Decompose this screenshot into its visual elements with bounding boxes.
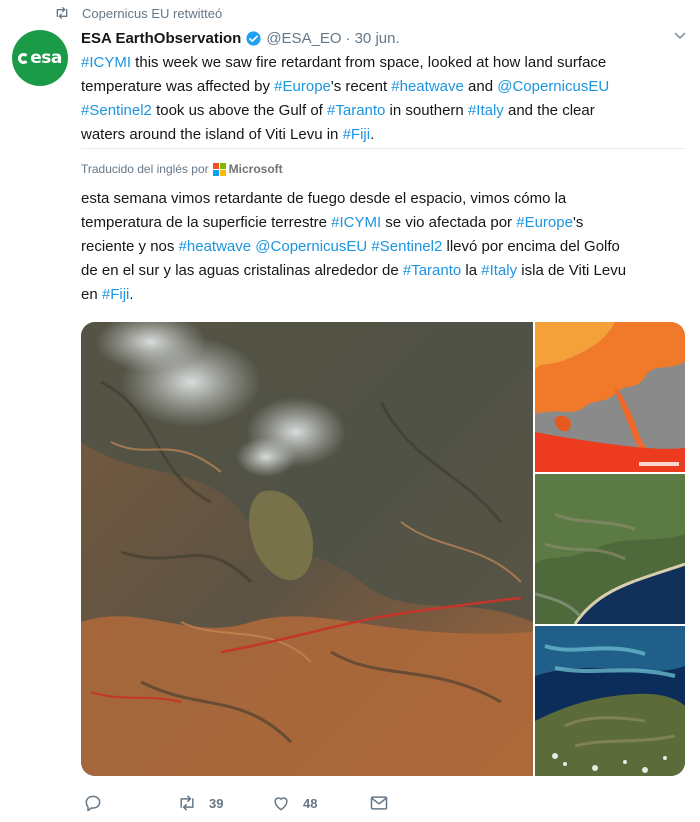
hashtag-link[interactable]: @CopernicusEU xyxy=(497,78,609,95)
like-button[interactable]: 48 xyxy=(271,790,317,816)
text-segment: la xyxy=(461,262,482,279)
text-segment: llevó por encima del Golfo xyxy=(442,238,620,255)
hashtag-link[interactable]: #ICYMI xyxy=(331,214,381,231)
text-segment: reciente y nos xyxy=(81,238,179,255)
hashtag-link[interactable]: #Italy xyxy=(468,102,504,119)
text-segment: waters around the island of Viti Levu in xyxy=(81,126,343,143)
retweet-icon xyxy=(180,795,194,811)
hashtag-link[interactable]: @CopernicusEU xyxy=(255,238,367,255)
hashtag-link[interactable]: #heatwave xyxy=(391,78,464,95)
heart-icon xyxy=(274,797,288,811)
tweet-date[interactable]: 30 jun. xyxy=(355,30,400,47)
envelope-icon xyxy=(370,796,388,810)
text-segment: temperatura de la superficie terrestre xyxy=(81,214,332,231)
text-segment: took us above the Gulf of xyxy=(151,102,328,119)
esa-logo: esa xyxy=(18,48,62,68)
author-name[interactable]: ESA EarthObservation xyxy=(81,30,241,47)
reply-icon xyxy=(85,795,101,812)
gulf-of-taranto-image[interactable] xyxy=(535,474,685,624)
retweet-button[interactable]: 39 xyxy=(177,790,223,816)
retweeted-by-header[interactable]: Copernicus EU retwitteó xyxy=(54,4,222,22)
text-line: temperatura de la superficie terrestre #… xyxy=(81,211,681,235)
text-segment: 's xyxy=(572,214,584,231)
text-segment: se vio afectada por xyxy=(381,214,517,231)
text-segment: 's recent xyxy=(330,78,392,95)
wildfire-satellite-image[interactable] xyxy=(81,322,533,776)
text-line: temperature was affected by #Europe's re… xyxy=(81,75,681,99)
verified-badge-icon xyxy=(246,30,261,46)
text-segment: this week we saw fire retardant from spa… xyxy=(131,54,607,71)
hashtag-link[interactable]: #Fiji xyxy=(343,126,371,143)
text-line: esta semana vimos retardante de fuego de… xyxy=(81,187,681,211)
retweet-count: 39 xyxy=(209,795,224,811)
hashtag-link[interactable]: #Italy xyxy=(481,262,517,279)
text-line: #Sentinel2 took us above the Gulf of #Ta… xyxy=(81,99,681,123)
retweeted-by-label: Copernicus EU retwitteó xyxy=(82,5,223,21)
tweet-actions: 39 48 xyxy=(81,790,401,816)
media-grid xyxy=(81,322,685,776)
hashtag-link[interactable]: #Taranto xyxy=(403,262,461,279)
text-line: en #Fiji. xyxy=(81,283,681,307)
translation-provider[interactable]: Microsoft xyxy=(229,162,283,176)
hashtag-link[interactable]: #ICYMI xyxy=(81,54,131,71)
text-segment: and xyxy=(463,78,498,95)
text-segment: and the clear xyxy=(503,102,595,119)
hashtag-link[interactable]: #Fiji xyxy=(102,286,130,303)
divider xyxy=(81,148,685,149)
translation-attribution: Traducido del inglés por Microsoft xyxy=(81,160,283,178)
translated-label: Traducido del inglés por xyxy=(81,162,209,176)
hashtag-link[interactable]: #Europe xyxy=(516,214,573,231)
hashtag-link[interactable]: #heatwave xyxy=(179,238,252,255)
text-segment: esta semana vimos retardante de fuego de… xyxy=(81,190,567,207)
tweet-text: #ICYMI this week we saw fire retardant f… xyxy=(81,51,681,147)
hashtag-link[interactable]: #Europe xyxy=(274,78,331,95)
text-line: reciente y nos #heatwave @CopernicusEU #… xyxy=(81,235,681,259)
text-segment: isla de Viti Levu xyxy=(517,262,627,279)
hashtag-link[interactable]: #Taranto xyxy=(327,102,385,119)
text-segment: en xyxy=(81,286,102,303)
heatwave-temperature-map[interactable] xyxy=(535,322,685,472)
direct-message-button[interactable] xyxy=(369,790,389,816)
text-segment: de en el sur y las aguas cristalinas alr… xyxy=(81,262,403,279)
text-segment: in southern xyxy=(385,102,468,119)
microsoft-logo-icon xyxy=(212,162,226,176)
avatar[interactable]: esa xyxy=(12,30,68,86)
like-count: 48 xyxy=(303,795,318,811)
text-segment: . xyxy=(129,286,134,303)
translated-text: esta semana vimos retardante de fuego de… xyxy=(81,187,681,307)
text-segment: . xyxy=(370,126,375,143)
text-line: #ICYMI this week we saw fire retardant f… xyxy=(81,51,681,75)
text-segment: temperature was affected by xyxy=(81,78,275,95)
hashtag-link[interactable]: #Sentinel2 xyxy=(371,238,442,255)
text-line: waters around the island of Viti Levu in… xyxy=(81,123,681,147)
reply-button[interactable] xyxy=(83,790,115,816)
hashtag-link[interactable]: #Sentinel2 xyxy=(81,102,152,119)
chevron-down-icon[interactable] xyxy=(674,30,686,42)
separator-dot: · xyxy=(345,29,351,47)
text-line: de en el sur y las aguas cristalinas alr… xyxy=(81,259,681,283)
tweet-header: ESA EarthObservation @ESA_EO · 30 jun. xyxy=(81,28,400,48)
author-handle[interactable]: @ESA_EO xyxy=(266,30,341,47)
retweet-icon xyxy=(56,6,68,19)
viti-levu-fiji-image[interactable] xyxy=(535,626,685,776)
